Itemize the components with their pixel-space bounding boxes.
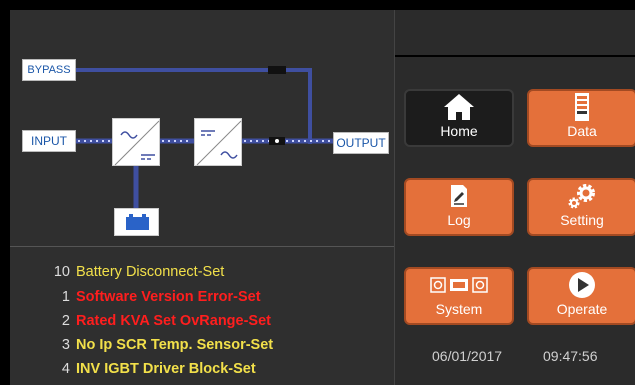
bypass-switch-icon — [268, 66, 286, 74]
alarm-item: 4 INV IGBT Driver Block-Set — [48, 359, 256, 379]
output-label: OUTPUT — [333, 132, 389, 154]
battery-icon — [126, 214, 149, 230]
date-display: 06/01/2017 — [432, 348, 503, 364]
alarm-item: 3 No Ip SCR Temp. Sensor-Set — [48, 335, 273, 355]
log-icon — [447, 180, 471, 212]
rectifier-icon — [114, 120, 160, 166]
power-flow-diagram: BYPASS INPUT OUTPUT — [10, 10, 394, 246]
alarm-number: 3 — [61, 337, 70, 353]
alarm-item: 1 Software Version Error-Set — [48, 287, 261, 307]
alarm-text: No Ip SCR Temp. Sensor-Set — [76, 337, 274, 353]
bypass-label: BYPASS — [22, 59, 76, 81]
ups-control-screen: BYPASS INPUT OUTPUT 10 Battery Disconnec… — [0, 0, 635, 385]
operate-button[interactable]: Operate — [527, 267, 635, 325]
alarm-number: 4 — [61, 361, 70, 377]
inverter-icon — [196, 120, 242, 166]
log-button[interactable]: Log — [404, 178, 514, 236]
input-label: INPUT — [22, 130, 76, 152]
alarm-text: Software Version Error-Set — [76, 289, 261, 305]
gears-icon — [564, 180, 600, 212]
home-button[interactable]: Home — [404, 89, 514, 147]
alarm-item: 2 Rated KVA Set OvRange-Set — [48, 311, 271, 331]
rectifier-block[interactable] — [112, 118, 160, 166]
alarm-text: INV IGBT Driver Block-Set — [76, 361, 256, 377]
alarm-item: 10 Battery Disconnect-Set — [48, 262, 224, 282]
battery-block[interactable] — [114, 208, 159, 236]
log-label: Log — [447, 212, 471, 228]
system-label: System — [435, 301, 483, 317]
alarm-list[interactable]: 10 Battery Disconnect-Set 1 Software Versi… — [10, 247, 394, 385]
alarm-text: Rated KVA Set OvRange-Set — [76, 313, 271, 329]
play-icon — [567, 269, 597, 301]
alarm-number: 2 — [61, 313, 70, 329]
inverter-block[interactable] — [194, 118, 242, 166]
setting-label: Setting — [560, 212, 604, 228]
alarm-text: Battery Disconnect-Set — [76, 264, 225, 280]
setting-button[interactable]: Setting — [527, 178, 635, 236]
data-button[interactable]: Data — [527, 89, 635, 147]
alarm-number: 1 — [61, 289, 70, 305]
system-button[interactable]: System — [404, 267, 514, 325]
data-label: Data — [567, 123, 597, 139]
header-area — [395, 10, 635, 55]
operate-label: Operate — [556, 301, 608, 317]
menu-panel: Home Data Log Setting System Operate 06/… — [395, 57, 635, 385]
home-label: Home — [440, 123, 478, 139]
battery-data-icon — [573, 91, 591, 123]
system-icon — [429, 269, 489, 301]
alarm-number: 10 — [53, 264, 70, 280]
time-display: 09:47:56 — [543, 348, 598, 364]
home-icon — [442, 91, 476, 123]
